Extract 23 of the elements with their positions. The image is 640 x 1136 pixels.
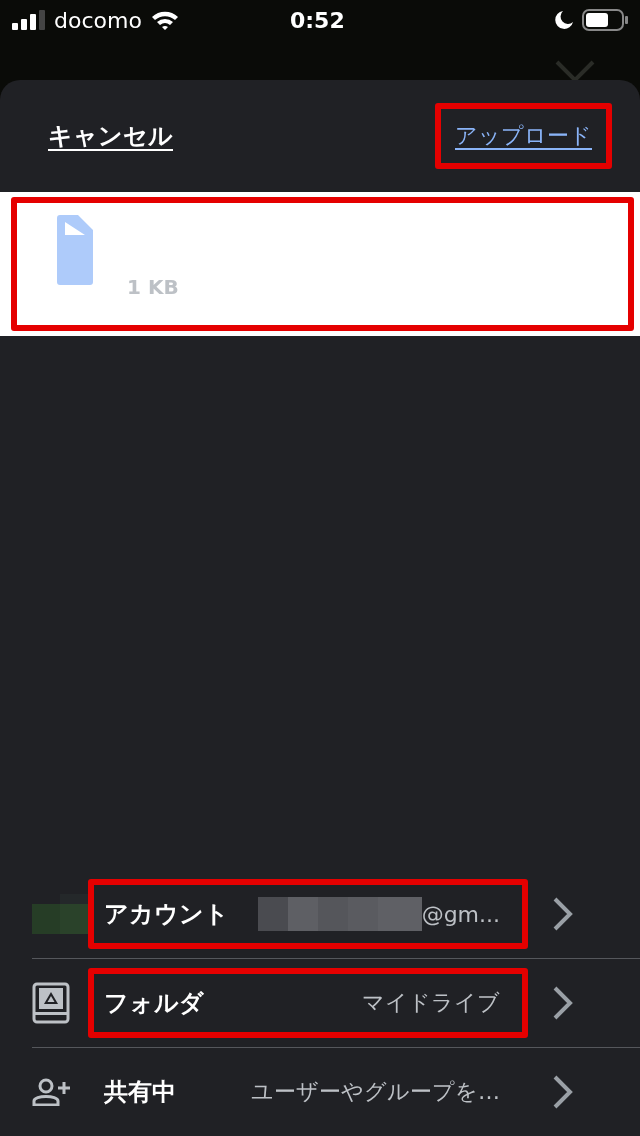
moon-icon — [554, 10, 574, 30]
file-icon — [57, 215, 93, 285]
settings-row[interactable]: 共有中 ユーザーやグループを… — [32, 1048, 640, 1136]
file-size: 1 KB — [127, 275, 179, 299]
clock-time: 0:52 — [290, 7, 345, 33]
chevron-right-icon — [552, 896, 574, 932]
add-person-icon — [32, 1078, 72, 1106]
chevron-right-icon — [552, 985, 574, 1021]
cancel-link[interactable]: キャンセル — [48, 120, 173, 152]
signal-icon — [12, 10, 46, 30]
row-value: ユーザーやグループを… — [251, 1078, 500, 1106]
upload-link[interactable]: アップロード — [441, 109, 606, 163]
row-label: アカウント — [104, 899, 229, 930]
battery-icon — [582, 9, 628, 31]
settings-row[interactable]: フォルダ マイドライブ — [32, 959, 640, 1048]
row-value: マイドライブ — [362, 989, 500, 1017]
row-value: @gm... — [421, 901, 500, 927]
carrier-name: docomo — [54, 7, 142, 33]
row-label: フォルダ — [104, 988, 204, 1019]
row-label: 共有中 — [104, 1077, 176, 1108]
settings-row[interactable]: アカウント @gm... — [32, 870, 640, 959]
drive-folder-icon — [32, 982, 70, 1024]
chevron-right-icon — [552, 1074, 574, 1110]
